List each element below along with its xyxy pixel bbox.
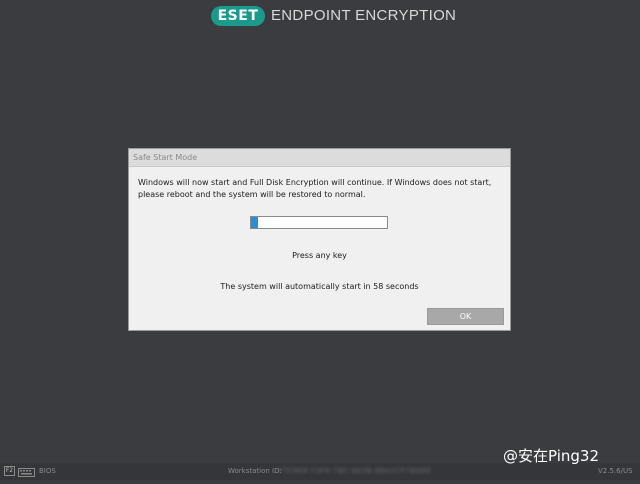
progress-bar xyxy=(250,216,388,229)
header: ESET ENDPOINT ENCRYPTION xyxy=(0,0,640,34)
ok-button[interactable]: OK xyxy=(427,308,504,325)
press-any-key-text: Press any key xyxy=(292,251,347,260)
watermark: @安在Ping32 xyxy=(503,447,599,465)
workstation-id-label: Workstation ID: xyxy=(228,467,282,475)
safe-start-dialog: Safe Start Mode Windows will now start a… xyxy=(128,148,511,331)
dialog-message: Windows will now start and Full Disk Enc… xyxy=(138,178,492,199)
keyboard-icon[interactable] xyxy=(18,467,35,484)
countdown-text: The system will automatically start in 5… xyxy=(220,282,419,291)
dialog-title: Safe Start Mode xyxy=(129,149,510,167)
eset-logo: ESET xyxy=(211,6,265,26)
version-label: V2.5.6/US xyxy=(598,467,633,475)
progress-fill xyxy=(251,217,258,228)
product-title: ENDPOINT ENCRYPTION xyxy=(271,7,457,24)
f2-key-button[interactable]: F2 xyxy=(4,466,15,476)
bios-label: BIOS xyxy=(39,467,56,475)
workstation-id-value: F7C9E8-73F6-7BC-8E2B-8BA1CF7B9B8 xyxy=(278,467,431,475)
